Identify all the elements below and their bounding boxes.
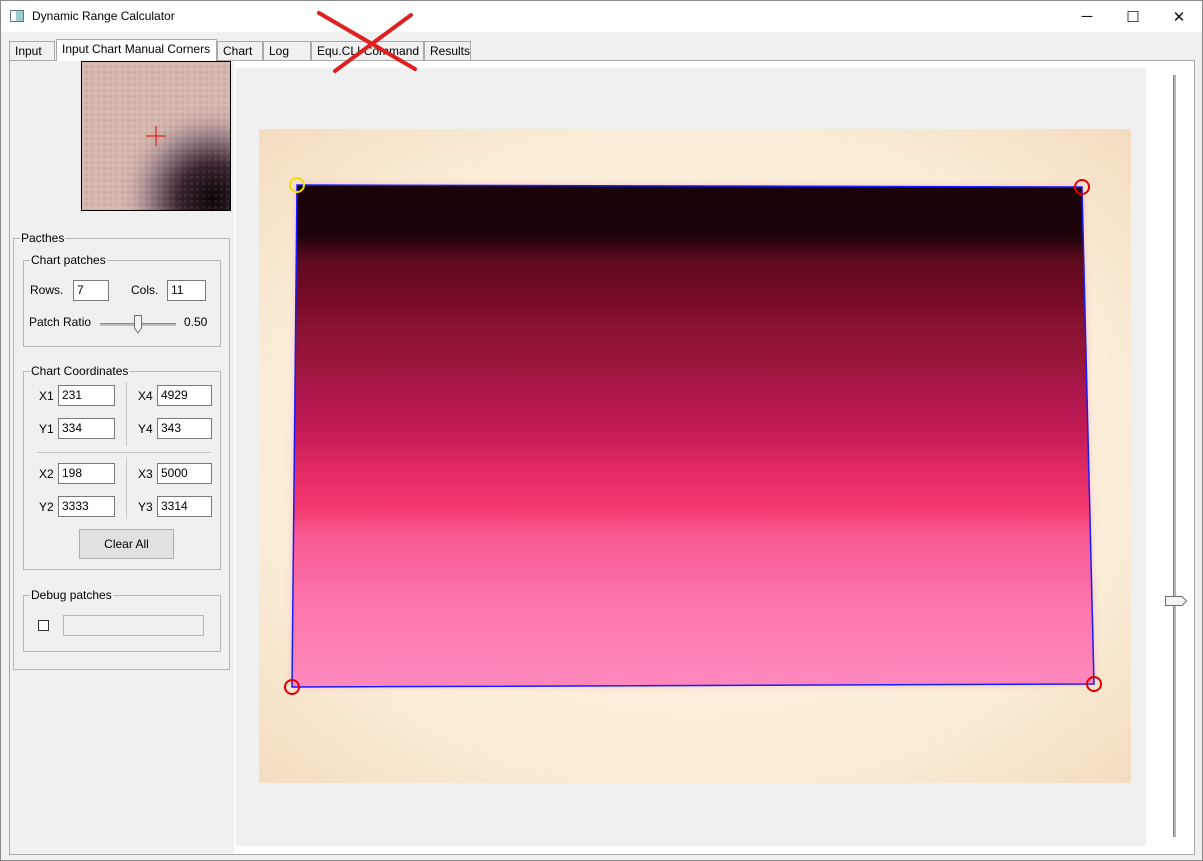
minimize-button[interactable]: ─ (1064, 1, 1110, 32)
y3-label: Y3 (138, 500, 153, 514)
coord-divider-vertical-bottom (126, 457, 127, 519)
x4-input[interactable]: 4929 (157, 385, 212, 406)
maximize-button[interactable]: ☐ (1110, 1, 1156, 32)
y1-label: Y1 (39, 422, 54, 436)
clear-all-button[interactable]: Clear All (79, 529, 174, 559)
tab-input[interactable]: Input (9, 41, 55, 60)
title-bar: Dynamic Range Calculator ─ ☐ ✕ (1, 1, 1202, 32)
y3-input[interactable]: 3314 (157, 496, 212, 517)
window-title: Dynamic Range Calculator (32, 9, 175, 23)
chart-overlay[interactable] (259, 129, 1131, 783)
x2-label: X2 (39, 467, 54, 481)
zoom-slider-track[interactable] (1173, 75, 1176, 837)
patch-ratio-value: 0.50 (184, 315, 208, 329)
corner-zoom-preview (81, 61, 231, 211)
x4-label: X4 (138, 389, 153, 403)
x3-label: X3 (138, 467, 153, 481)
rows-input[interactable]: 7 (73, 280, 109, 301)
y4-label: Y4 (138, 422, 153, 436)
red-x-annotation (317, 11, 417, 73)
chart-coordinates-legend: Chart Coordinates (31, 364, 129, 378)
y4-input[interactable]: 343 (157, 418, 212, 439)
x1-input[interactable]: 231 (58, 385, 115, 406)
y2-input[interactable]: 3333 (58, 496, 115, 517)
zoom-slider-thumb[interactable] (1165, 595, 1188, 606)
close-button[interactable]: ✕ (1156, 1, 1202, 32)
coord-divider-horizontal (37, 452, 211, 453)
coord-divider-vertical-top (126, 382, 127, 446)
debug-patches-field[interactable] (63, 615, 204, 636)
x3-input[interactable]: 5000 (157, 463, 212, 484)
tab-results[interactable]: Results (424, 41, 471, 60)
tab-log[interactable]: Log (263, 41, 311, 60)
chart-patches-area (292, 185, 1094, 687)
patch-ratio-slider[interactable] (100, 313, 176, 335)
app-window: Dynamic Range Calculator ─ ☐ ✕ Input Inp… (0, 0, 1203, 861)
tab-input-chart-manual-corners[interactable]: Input Chart Manual Corners (56, 39, 217, 61)
app-icon (10, 10, 24, 22)
patch-ratio-thumb[interactable] (134, 315, 142, 334)
cols-input[interactable]: 11 (167, 280, 206, 301)
y1-input[interactable]: 334 (58, 418, 115, 439)
x1-label: X1 (39, 389, 54, 403)
debug-patches-legend: Debug patches (31, 588, 112, 602)
cols-label: Cols. (131, 283, 159, 297)
chart-patches-legend: Chart patches (31, 253, 106, 267)
rows-label: Rows. (30, 283, 64, 297)
debug-patches-checkbox[interactable] (38, 620, 49, 631)
x2-input[interactable]: 198 (58, 463, 115, 484)
patches-legend: Pacthes (21, 231, 65, 245)
tab-chart[interactable]: Chart (217, 41, 263, 60)
y2-label: Y2 (39, 500, 54, 514)
patch-ratio-label: Patch Ratio (29, 315, 92, 329)
